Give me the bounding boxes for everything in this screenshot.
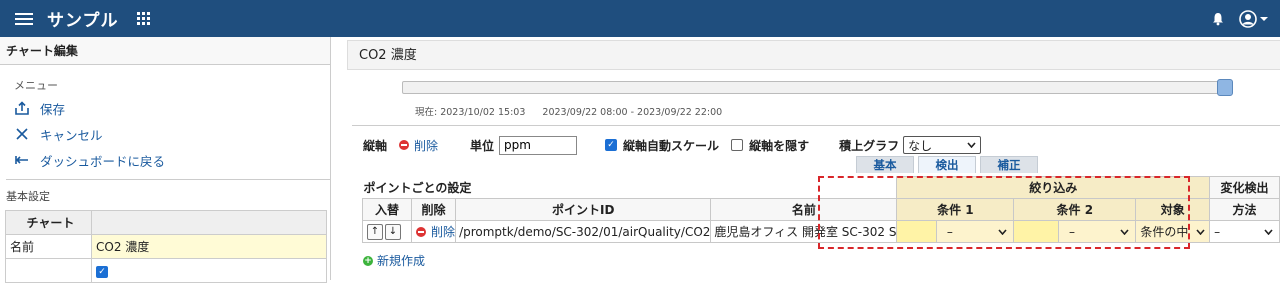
time-slider-handle[interactable]: [1217, 79, 1233, 96]
cond1-value-input[interactable]: [896, 220, 937, 243]
axis-delete-label: 削除: [414, 138, 439, 153]
hide-axis-checkbox[interactable]: 縦軸を隠す: [731, 137, 809, 154]
back-label: ダッシュボードに戻る: [40, 153, 166, 169]
page-title: CO2 濃度: [347, 40, 1280, 70]
col-delete: 削除: [411, 198, 457, 221]
save-label: 保存: [40, 101, 66, 117]
save-button[interactable]: 保存: [0, 95, 330, 121]
user-menu[interactable]: [1239, 9, 1268, 28]
points-heading: ポイントごとの設定: [363, 180, 472, 195]
chevron-down-icon: [1196, 228, 1205, 235]
cond1-operator-value: –: [946, 224, 953, 239]
time-range-slider[interactable]: [402, 81, 1232, 94]
filter-group-header: 絞り込み: [896, 176, 1211, 199]
tab-detect[interactable]: 検出: [918, 156, 976, 173]
menu-heading: メニュー: [14, 79, 58, 92]
stack-graph-select[interactable]: なし: [903, 136, 982, 154]
method-value: –: [1214, 224, 1221, 239]
row-delete-button[interactable]: 削除: [416, 223, 455, 240]
chevron-down-icon: [998, 228, 1007, 235]
delete-icon: [399, 140, 410, 150]
new-point-button[interactable]: + 新規作成: [363, 252, 425, 269]
col-condition-1: 条件 1: [896, 198, 1015, 221]
checkbox-unchecked-icon: [731, 139, 744, 151]
point-name-cell[interactable]: 鹿児島オフィス 開発室 SC-302 S: [710, 220, 898, 243]
move-up-icon[interactable]: ↑: [367, 223, 383, 240]
sidebar: チャート編集 メニュー 保存 キャンセル ダッシュボードに戻る 基本設定 チャー…: [0, 37, 331, 283]
stack-graph-label: 積上グラフ: [839, 138, 900, 153]
basic-settings-table: チャート 名前 CO2 濃度 ✓: [5, 210, 327, 283]
row-empty: [5, 258, 92, 283]
point-id-cell[interactable]: /promptk/demo/SC-302/01/airQuality/CO2: [455, 220, 712, 243]
unit-input[interactable]: [499, 135, 578, 155]
points-table: ポイントごとの設定 絞り込み 変化検出 入替 削除 ポイントID 名前 条件 1…: [361, 176, 1280, 243]
close-icon: [14, 128, 30, 140]
cancel-button[interactable]: キャンセル: [0, 121, 330, 147]
basic-settings-heading: 基本設定: [6, 190, 50, 203]
auto-scale-checkbox[interactable]: ✓ 縦軸自動スケール: [605, 137, 719, 154]
stack-graph-value: なし: [908, 138, 933, 153]
app-title: サンプル: [47, 11, 119, 31]
back-to-dashboard-button[interactable]: ダッシュボードに戻る: [0, 147, 330, 173]
cond1-operator-select[interactable]: –: [937, 224, 1012, 239]
table-row: ↑ ↓ 削除 /promptk/demo/SC-302/01/airQualit…: [361, 220, 1280, 243]
target-value: 条件の中: [1140, 225, 1189, 239]
col-name: 名前: [710, 198, 898, 221]
col-target: 対象: [1135, 198, 1211, 221]
change-detect-header: 変化検出: [1209, 176, 1280, 199]
chevron-down-icon: [1120, 228, 1129, 235]
section-divider: [352, 125, 1280, 126]
chevron-down-icon: [967, 142, 976, 148]
delete-icon: [416, 226, 427, 237]
back-arrow-icon: [14, 155, 30, 165]
col-swap: 入替: [361, 198, 413, 221]
target-select[interactable]: 条件の中: [1137, 223, 1209, 240]
upload-icon: [14, 101, 30, 115]
cond2-operator-value: –: [1069, 224, 1075, 239]
method-select[interactable]: –: [1211, 224, 1279, 239]
main-panel: CO2 濃度 現在: 2023/10/02 15:03 2023/09/22 0…: [347, 37, 1280, 280]
col-method: 方法: [1209, 198, 1280, 221]
bell-icon[interactable]: [1211, 12, 1225, 26]
new-point-label: 新規作成: [377, 254, 426, 268]
hamburger-menu-icon[interactable]: [15, 12, 33, 25]
apps-grid-icon[interactable]: [136, 12, 150, 25]
name-label: 名前: [5, 234, 92, 259]
tab-correction[interactable]: 補正: [980, 156, 1038, 173]
header-empty: [91, 210, 327, 235]
sidebar-title: チャート編集: [0, 37, 330, 65]
auto-scale-label: 縦軸自動スケール: [623, 138, 720, 153]
plus-icon: +: [363, 255, 373, 266]
unit-label: 単位: [470, 138, 495, 153]
cond2-operator-select[interactable]: –: [1060, 224, 1135, 239]
chevron-down-icon: [1260, 16, 1268, 21]
chart-name-input[interactable]: CO2 濃度: [91, 234, 327, 259]
time-range: 2023/09/22 08:00 - 2023/09/22 22:00: [542, 107, 723, 118]
axis-delete-button[interactable]: 削除: [399, 137, 438, 154]
cancel-label: キャンセル: [40, 127, 103, 143]
user-avatar-icon: [1239, 9, 1257, 28]
detail-tabs: 基本 検出 補正: [856, 156, 1038, 173]
col-condition-2: 条件 2: [1013, 198, 1137, 221]
row-delete-label: 削除: [431, 225, 456, 239]
hide-axis-label: 縦軸を隠す: [749, 138, 810, 153]
col-point-id: ポイントID: [455, 198, 712, 221]
top-bar: サンプル: [0, 0, 1280, 37]
sidebar-checkbox[interactable]: ✓: [96, 266, 108, 279]
checkbox-checked-icon: ✓: [605, 139, 618, 151]
date-info: 現在: 2023/10/02 15:03 2023/09/22 08:00 - …: [415, 104, 722, 118]
move-down-icon[interactable]: ↓: [385, 223, 401, 240]
axis-label: 縦軸: [363, 138, 388, 153]
swap-controls: ↑ ↓: [364, 223, 401, 240]
chevron-down-icon: [1264, 228, 1273, 235]
chart-header: チャート: [5, 210, 92, 235]
cond2-value-input[interactable]: [1013, 220, 1059, 243]
tab-basic[interactable]: 基本: [856, 156, 914, 173]
axis-settings-row: 縦軸 削除 単位 ✓ 縦軸自動スケール 縦軸を隠す 積上グラフ なし: [363, 135, 982, 155]
current-time: 現在: 2023/10/02 15:03: [415, 107, 526, 118]
